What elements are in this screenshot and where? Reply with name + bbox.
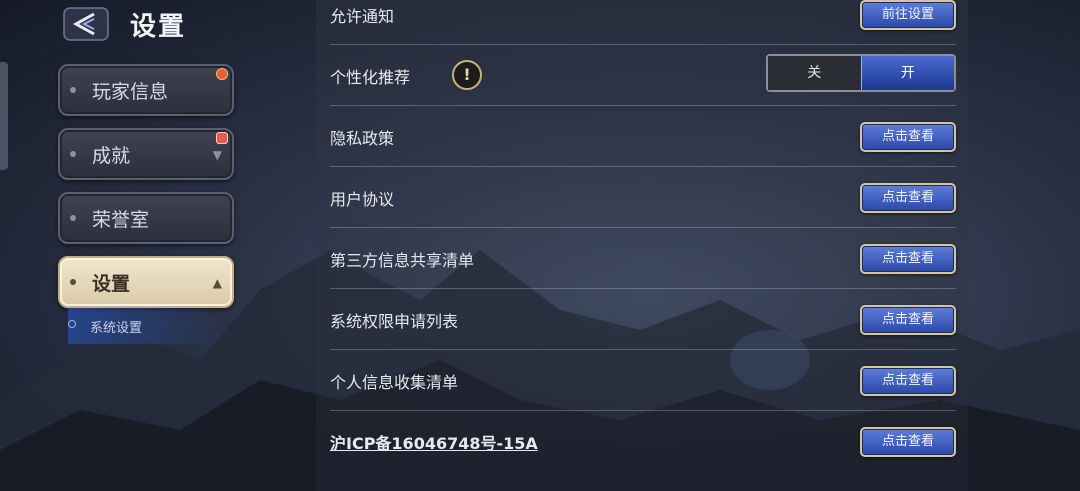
settings-row: 允许通知 前往设置 [330, 0, 956, 45]
notification-dot-icon [216, 68, 228, 80]
sidebar-subitem-system-settings[interactable]: 系统设置 [68, 308, 224, 344]
settings-row: 隐私政策 点击查看 [330, 105, 956, 167]
chevron-down-icon: ▼ [212, 148, 222, 162]
settings-row: 个性化推荐 ! 关 开 [330, 44, 956, 106]
header: 设置 [60, 4, 186, 44]
settings-row: 系统权限申请列表 点击查看 [330, 288, 956, 350]
personalized-recommend-toggle: 关 开 [766, 54, 956, 92]
bullet-icon [70, 151, 76, 157]
toggle-off-option[interactable]: 关 [768, 56, 861, 90]
bullet-icon [70, 215, 76, 221]
row-label: 个人信息收集清单 [330, 373, 459, 392]
row-label: 系统权限申请列表 [330, 312, 459, 331]
settings-row: 第三方信息共享清单 点击查看 [330, 227, 956, 289]
sidebar-nav: 玩家信息 成就 ▼ 荣誉室 设置 ▲ [58, 64, 236, 320]
gift-badge-icon [216, 132, 228, 144]
view-privacy-policy-button[interactable]: 点击查看 [860, 122, 956, 152]
row-label: 用户协议 [330, 190, 395, 209]
bullet-icon [70, 87, 76, 93]
bullet-icon [68, 320, 76, 328]
sidebar-subitem-label: 系统设置 [90, 321, 143, 336]
sidebar-item-label: 设置 [92, 273, 131, 295]
back-arrow-icon [63, 7, 109, 41]
sidebar-item-settings[interactable]: 设置 ▲ [58, 256, 234, 308]
chevron-up-icon: ▲ [212, 276, 222, 290]
page-title: 设置 [130, 11, 187, 42]
bullet-icon [70, 279, 76, 285]
sidebar-item-player-info[interactable]: 玩家信息 [58, 64, 234, 116]
settings-row: 用户协议 点击查看 [330, 166, 956, 228]
sidebar-item-label: 成就 [92, 145, 131, 167]
sidebar-item-achievements[interactable]: 成就 ▼ [58, 128, 234, 180]
row-label: 隐私政策 [330, 129, 395, 148]
left-edge-handle [0, 62, 8, 170]
toggle-on-option[interactable]: 开 [860, 56, 954, 90]
view-permissions-list-button[interactable]: 点击查看 [860, 305, 956, 335]
info-exclamation-icon[interactable]: ! [452, 60, 482, 90]
icp-license-link[interactable]: 沪ICP备16046748号-15A [330, 430, 538, 454]
go-settings-button[interactable]: 前往设置 [860, 0, 956, 30]
sidebar-item-label: 荣誉室 [92, 209, 150, 231]
view-icp-button[interactable]: 点击查看 [860, 427, 956, 457]
sidebar-item-honor-room[interactable]: 荣誉室 [58, 192, 234, 244]
row-label: 第三方信息共享清单 [330, 251, 475, 270]
settings-panel: 允许通知 前往设置 个性化推荐 ! 关 开 隐私政策 点击查看 用户协议 点击查… [316, 0, 968, 491]
view-user-agreement-button[interactable]: 点击查看 [860, 183, 956, 213]
view-personal-info-list-button[interactable]: 点击查看 [860, 366, 956, 396]
view-third-party-list-button[interactable]: 点击查看 [860, 244, 956, 274]
settings-row: 个人信息收集清单 点击查看 [330, 349, 956, 411]
row-label: 个性化推荐 [330, 68, 411, 87]
row-label: 允许通知 [330, 7, 395, 26]
settings-row: 沪ICP备16046748号-15A 点击查看 [330, 410, 956, 471]
back-button[interactable] [60, 6, 112, 42]
sidebar-item-label: 玩家信息 [92, 81, 169, 103]
